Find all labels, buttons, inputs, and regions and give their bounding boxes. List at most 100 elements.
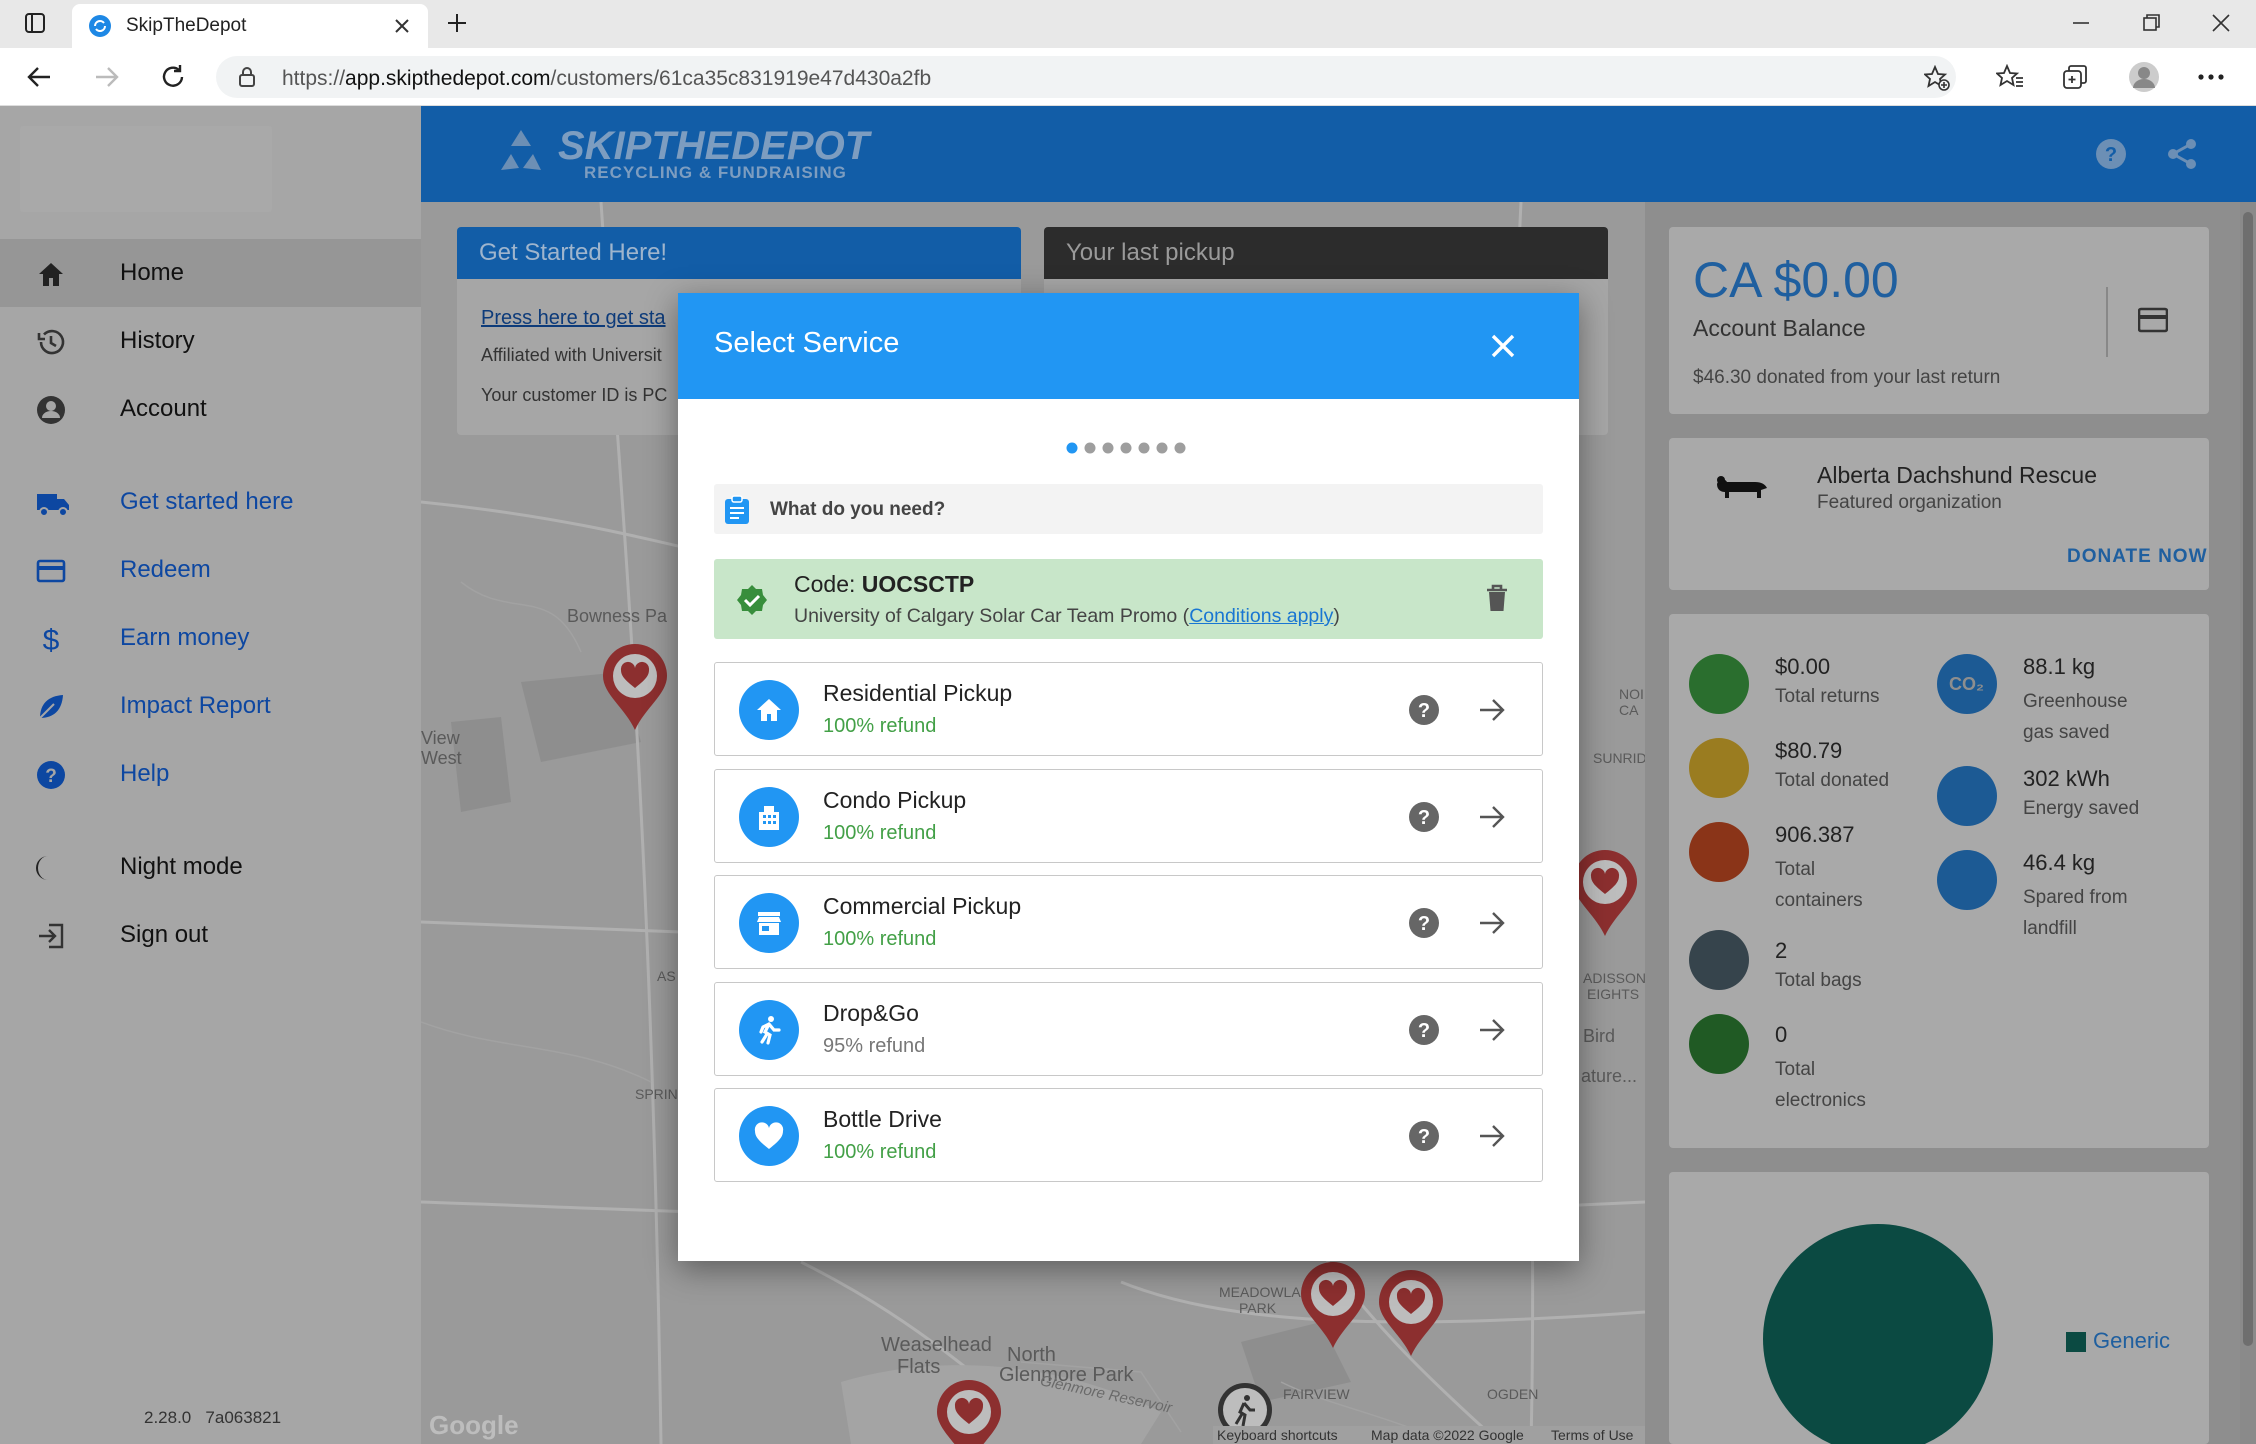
sidebar-item-redeem[interactable]: Redeem [0,536,421,604]
moon-icon [36,853,66,883]
more-menu-icon[interactable] [2198,74,2224,80]
terms-link[interactable]: Terms of Use [1551,1427,1633,1443]
right-panel: CA $0.00 Account Balance $46.30 donated … [1645,202,2240,1444]
map-pin-heart-icon[interactable] [933,1378,1005,1444]
sidebar-item-earn-money[interactable]: $ Earn money [0,604,421,672]
dialog-header: Select Service [678,293,1579,399]
impact-stats-card: $0.00 Total returns $80.79 Total donated… [1669,614,2209,1148]
sidebar-item-label: Earn money [120,624,250,651]
service-help-icon[interactable]: ? [1408,694,1440,726]
keyboard-shortcuts-link[interactable]: Keyboard shortcuts [1217,1427,1338,1443]
service-residential-pickup[interactable]: Residential Pickup 100% refund ? [714,662,1543,756]
forward-icon[interactable] [94,64,120,90]
last-pickup-card-header: Your last pickup [1044,227,1608,279]
promo-code-text: Code: UOCSCTP [794,571,975,597]
stat-label: Energy saved [2023,798,2140,819]
piggy-bank-icon [1689,654,1749,714]
sidebar-item-label: Redeem [120,556,211,583]
page-scrollbar[interactable] [2240,202,2256,1444]
favorites-icon[interactable] [1996,64,2024,90]
close-tab-icon[interactable] [394,18,410,34]
featured-org-name: Alberta Dachshund Rescue [1817,462,2097,488]
service-bottle-drive[interactable]: Bottle Drive 100% refund ? [714,1088,1543,1182]
close-dialog-icon[interactable] [1490,333,1516,359]
account-balance-label: Account Balance [1693,315,1866,341]
service-help-icon[interactable]: ? [1408,801,1440,833]
browser-tab[interactable]: SkipTheDepot [72,4,428,48]
restore-icon[interactable] [2142,14,2160,32]
browser-toolbar: https://app.skipthedepot.com/customers/6… [0,48,2256,106]
service-title: Bottle Drive [823,1106,942,1132]
tab-actions-icon[interactable] [24,12,46,34]
sidebar-item-label: History [120,327,195,354]
add-favorite-icon[interactable] [1924,65,1950,91]
get-started-link[interactable]: Press here to get sta [481,307,666,330]
header-help-icon[interactable]: ? [2095,138,2127,170]
service-refund: 100% refund [823,822,937,844]
pie-chart [1763,1224,1993,1444]
map-label: FAIRVIEW [1283,1386,1350,1402]
dialog-title: Select Service [714,327,900,359]
sidebar-item-home[interactable]: Home [0,239,421,307]
delete-code-icon[interactable] [1485,584,1509,612]
sidebar-item-impact-report[interactable]: Impact Report [0,672,421,740]
conditions-apply-link[interactable]: Conditions apply [1189,605,1333,627]
address-bar[interactable]: https://app.skipthedepot.com/customers/6… [216,56,1956,98]
map-data-text: Map data ©2022 Google [1371,1427,1524,1443]
truck-icon [36,488,69,518]
arrow-right-icon[interactable] [1478,1016,1506,1044]
new-tab-icon[interactable] [446,12,468,34]
sidebar-item-help[interactable]: ? Help [0,740,421,808]
map-pin-heart-icon[interactable] [1569,848,1641,938]
service-help-icon[interactable]: ? [1408,907,1440,939]
share-icon[interactable] [2167,138,2197,170]
question-bar: What do you need? [714,484,1543,534]
map-pin-heart-icon[interactable] [1297,1260,1369,1350]
scrollbar-thumb[interactable] [2243,212,2253,1346]
service-help-icon[interactable]: ? [1408,1014,1440,1046]
back-icon[interactable] [26,64,52,90]
reload-icon[interactable] [160,64,186,90]
lock-icon[interactable] [238,67,256,87]
stat-value: 906.387 [1775,822,1855,847]
collections-icon[interactable] [2062,64,2088,90]
last-pickup-card-title: Your last pickup [1066,239,1235,266]
sidebar-item-get-started[interactable]: Get started here [0,468,421,536]
sidebar-item-night-mode[interactable]: Night mode [0,833,421,901]
sidebar-item-sign-out[interactable]: Sign out [0,901,421,969]
site-favicon-icon [88,14,112,38]
organization-logo-placeholder [20,126,272,212]
map-label: View [421,728,460,748]
legend-label: Generic [2093,1328,2171,1353]
svg-text:$: $ [43,624,60,654]
map-label: OGDEN [1487,1386,1539,1402]
service-condo-pickup[interactable]: Condo Pickup 100% refund ? [714,769,1543,863]
stat-label: Total containers [1775,859,1863,911]
sidebar-item-history[interactable]: History [0,307,421,375]
map-label: Weaselhead [881,1334,992,1356]
service-help-icon[interactable]: ? [1408,1120,1440,1152]
arrow-right-icon[interactable] [1478,909,1506,937]
stat-value: 88.1 kg [2023,654,2096,679]
bottle-icon [1689,822,1749,882]
sidebar-item-account[interactable]: Account [0,375,421,443]
map-pin-heart-icon[interactable] [599,642,671,732]
payment-card-icon[interactable] [2138,307,2168,333]
walking-person-icon [739,1000,799,1060]
stat-value: $80.79 [1775,738,1843,763]
service-drop-and-go[interactable]: Drop&Go 95% refund ? [714,982,1543,1076]
get-started-card-header: Get Started Here! [457,227,1021,279]
arrow-right-icon[interactable] [1478,803,1506,831]
svg-text:?: ? [1418,1020,1430,1042]
service-commercial-pickup[interactable]: Commercial Pickup 100% refund ? [714,875,1543,969]
arrow-right-icon[interactable] [1478,1122,1506,1150]
app-version: 2.28.0 7a063821 [144,1408,282,1427]
profile-avatar-icon[interactable] [2128,61,2160,93]
minimize-icon[interactable] [2072,14,2090,32]
arrow-right-icon[interactable] [1478,696,1506,724]
stat-value: 2 [1775,938,1788,963]
map-pin-heart-icon[interactable] [1375,1268,1447,1358]
donate-now-button[interactable]: DONATE NOW [2067,546,2208,568]
close-window-icon[interactable] [2212,14,2230,32]
leaf-icon [36,692,66,722]
